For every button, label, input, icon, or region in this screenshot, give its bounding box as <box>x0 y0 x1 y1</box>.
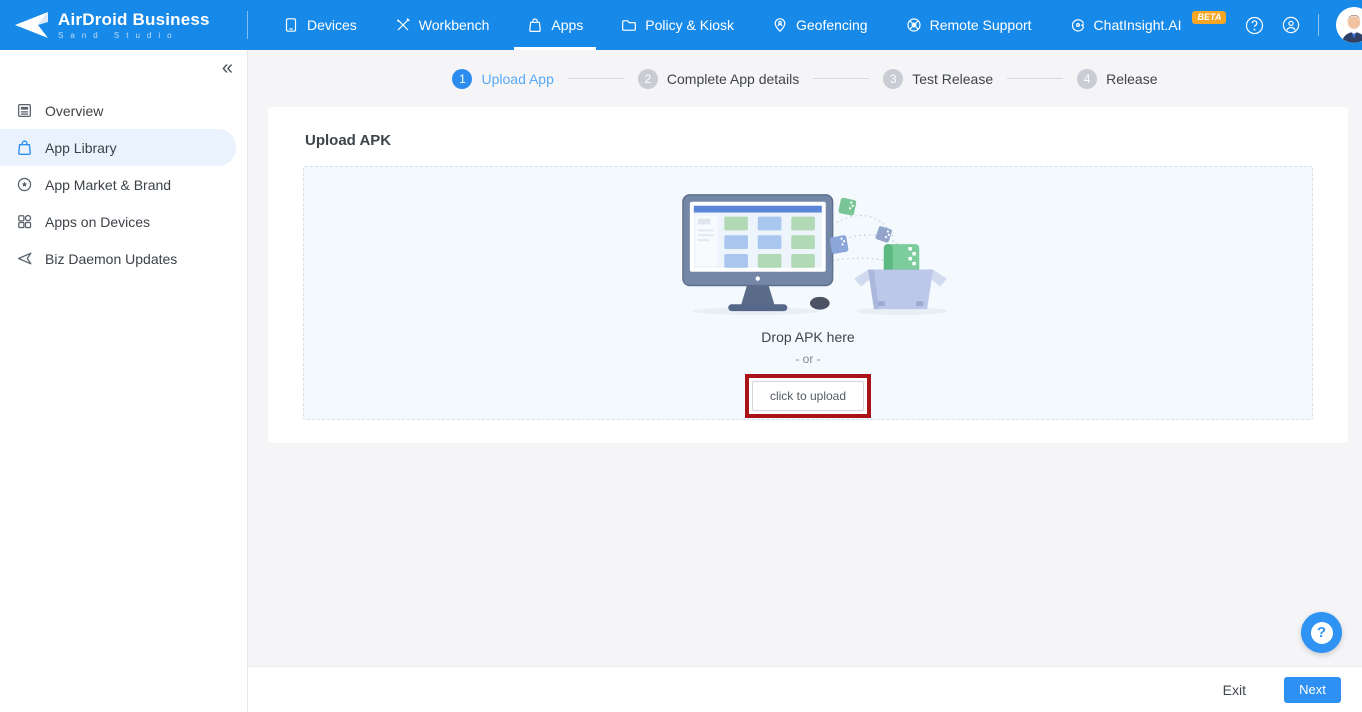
step-connector <box>568 78 624 79</box>
avatar <box>1336 7 1362 43</box>
sidebar: « Overview App Library <box>0 50 248 712</box>
lifebuoy-icon <box>906 17 922 33</box>
step-number: 2 <box>638 69 658 89</box>
sidebar-item-label: Overview <box>45 103 103 119</box>
main-nav: Devices Workbench Apps Policy & Kiosk <box>264 0 1245 50</box>
shopping-bag-icon <box>527 17 543 33</box>
nav-tab-label: Devices <box>307 17 357 33</box>
step-complete-app-details: 2 Complete App details <box>638 69 799 89</box>
sidebar-item-app-library[interactable]: App Library <box>0 129 236 166</box>
nav-tab-label: Remote Support <box>930 17 1032 33</box>
nav-tab-label: Policy & Kiosk <box>645 17 734 33</box>
shopping-bag-icon <box>16 139 33 156</box>
step-label: Complete App details <box>667 71 799 87</box>
sidebar-item-label: Apps on Devices <box>45 214 150 230</box>
account-menu[interactable] <box>1336 7 1362 43</box>
content-spacer <box>248 443 1362 666</box>
main-content: 1 Upload App 2 Complete App details 3 Te… <box>248 50 1362 712</box>
wizard-footer: Exit Next <box>248 666 1362 712</box>
star-circle-icon <box>16 176 33 193</box>
nav-tab-label: Apps <box>551 17 583 33</box>
logo-title: AirDroid Business <box>58 10 210 30</box>
step-connector <box>813 78 869 79</box>
upload-illustration <box>665 189 951 317</box>
nav-tab-devices[interactable]: Devices <box>264 0 376 50</box>
click-to-upload-button[interactable]: click to upload <box>752 381 864 411</box>
step-upload-app: 1 Upload App <box>452 69 553 89</box>
step-release: 4 Release <box>1077 69 1157 89</box>
support-agent-icon[interactable] <box>1281 15 1301 35</box>
or-text: - or - <box>795 352 820 366</box>
nav-tab-label: Workbench <box>419 17 490 33</box>
step-label: Test Release <box>912 71 993 87</box>
logo[interactable]: AirDroid Business Sand Studio <box>0 0 248 50</box>
help-icon[interactable] <box>1245 16 1264 35</box>
step-number: 4 <box>1077 69 1097 89</box>
nav-tab-policy-kiosk[interactable]: Policy & Kiosk <box>602 0 753 50</box>
step-label: Release <box>1106 71 1157 87</box>
sidebar-item-label: App Market & Brand <box>45 177 171 193</box>
grid-icon <box>16 213 33 230</box>
tools-icon <box>395 17 411 33</box>
paper-plane-icon <box>16 250 33 267</box>
location-pin-icon <box>772 17 788 33</box>
apk-dropzone[interactable]: Drop APK here - or - click to upload <box>303 166 1313 420</box>
top-nav-bar: AirDroid Business Sand Studio Devices Wo… <box>0 0 1362 50</box>
airdroid-logo-icon <box>12 10 50 40</box>
folder-icon <box>621 17 637 33</box>
wizard-stepper: 1 Upload App 2 Complete App details 3 Te… <box>248 50 1362 107</box>
nav-tab-workbench[interactable]: Workbench <box>376 0 509 50</box>
sidebar-item-biz-daemon-updates[interactable]: Biz Daemon Updates <box>0 240 247 277</box>
nav-tab-geofencing[interactable]: Geofencing <box>753 0 887 50</box>
next-button[interactable]: Next <box>1284 677 1341 703</box>
help-fab[interactable]: ? <box>1301 612 1342 653</box>
question-icon: ? <box>1311 622 1333 644</box>
nav-tab-label: Geofencing <box>796 17 868 33</box>
document-icon <box>16 102 33 119</box>
logo-subtitle: Sand Studio <box>58 31 210 40</box>
card-title: Upload APK <box>268 107 1348 166</box>
step-test-release: 3 Test Release <box>883 69 993 89</box>
sidebar-item-overview[interactable]: Overview <box>0 92 247 129</box>
sidebar-item-app-market-brand[interactable]: App Market & Brand <box>0 166 247 203</box>
tablet-icon <box>283 17 299 33</box>
upload-apk-card: Upload APK <box>268 107 1348 443</box>
step-number: 1 <box>452 69 472 89</box>
sidebar-item-apps-on-devices[interactable]: Apps on Devices <box>0 203 247 240</box>
annotation-highlight-box: click to upload <box>745 374 871 418</box>
header-right-actions <box>1245 0 1362 50</box>
step-number: 3 <box>883 69 903 89</box>
nav-tab-remote-support[interactable]: Remote Support <box>887 0 1051 50</box>
nav-tab-apps[interactable]: Apps <box>508 0 602 50</box>
sidebar-item-label: App Library <box>45 140 117 156</box>
nav-tab-chatinsight[interactable]: ChatInsight.AI BETA <box>1051 0 1246 50</box>
exit-button[interactable]: Exit <box>1223 682 1246 698</box>
step-connector <box>1007 78 1063 79</box>
header-divider <box>1318 14 1319 36</box>
chat-target-icon <box>1070 17 1086 33</box>
drop-apk-text: Drop APK here <box>761 329 854 345</box>
step-label: Upload App <box>481 71 553 87</box>
beta-badge: BETA <box>1192 11 1226 24</box>
sidebar-collapse-button[interactable]: « <box>222 58 233 78</box>
sidebar-item-label: Biz Daemon Updates <box>45 251 177 267</box>
nav-tab-label: ChatInsight.AI <box>1094 17 1182 33</box>
